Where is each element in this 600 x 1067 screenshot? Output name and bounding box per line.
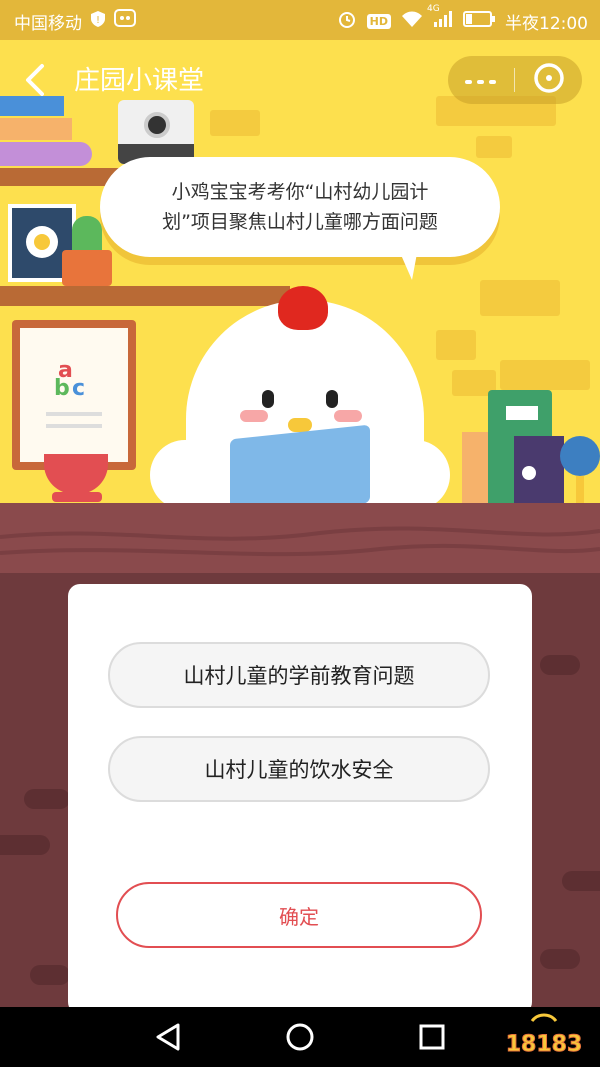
mini-program-capsule (448, 56, 582, 104)
abc-board: a b c (12, 320, 136, 470)
plant-pot (62, 250, 112, 286)
wall-brick (480, 280, 560, 316)
table-top (0, 503, 600, 573)
wood-plank (540, 949, 580, 969)
wood-plank (30, 965, 70, 985)
speech-bubble-tail (398, 248, 418, 280)
app-header: 庄园小课堂 (0, 40, 600, 120)
quiz-card: 山村儿童的学前教育问题 山村儿童的饮水安全 确定 (68, 584, 532, 1014)
confirm-button[interactable]: 确定 (116, 882, 482, 948)
battery-icon (463, 11, 495, 32)
shield-icon: ! (90, 10, 106, 33)
chick-eye (262, 390, 274, 408)
book (462, 432, 490, 510)
network-label: 4G (427, 4, 440, 14)
chick-beak (288, 418, 312, 432)
question-line-2: 划”项目聚焦山村儿童哪方面问题 (162, 211, 438, 233)
back-button[interactable] (22, 62, 52, 98)
cup-icon (44, 454, 108, 494)
book (0, 118, 72, 140)
close-button[interactable] (515, 56, 582, 104)
wall-brick (476, 136, 512, 158)
clock: 半夜12:00 (505, 14, 588, 34)
watermark-text: 18183 (506, 1032, 583, 1057)
answer-option-label: 山村儿童的饮水安全 (204, 758, 394, 782)
chat-icon (114, 9, 136, 34)
question-text: 小鸡宝宝考考你“山村幼儿园计 划”项目聚焦山村儿童哪方面问题 (130, 177, 470, 237)
status-bar: 中国移动 ! HD 4G 半夜12:00 (0, 0, 600, 40)
wood-plank (540, 655, 580, 675)
wood-plank (0, 835, 50, 855)
wall-brick (436, 330, 476, 360)
cup-saucer (52, 492, 102, 502)
book (0, 142, 92, 166)
chick-wing (370, 440, 450, 510)
alarm-icon (337, 9, 357, 34)
answer-option-label: 山村儿童的学前教育问题 (183, 664, 415, 688)
back-triangle-icon[interactable] (148, 1019, 188, 1055)
more-icon (465, 71, 497, 90)
letter-b: b (54, 376, 70, 401)
hd-icon: HD (366, 14, 391, 29)
signal-icon: 4G (427, 4, 453, 33)
carrier-label: 中国移动 (14, 14, 82, 34)
home-circle-icon[interactable] (280, 1019, 320, 1055)
recents-square-icon[interactable] (412, 1019, 452, 1055)
chick-eye (326, 390, 338, 408)
watermark-logo: 18183 (502, 1011, 586, 1061)
question-line-1: 小鸡宝宝考考你“山村幼儿园计 (171, 181, 429, 203)
chevron-left-icon (22, 64, 52, 102)
answer-option-1[interactable]: 山村儿童的学前教育问题 (108, 642, 490, 708)
svg-text:!: ! (96, 15, 100, 26)
globe-icon (560, 436, 600, 476)
wall-brick (500, 360, 590, 390)
confirm-button-label: 确定 (279, 904, 319, 929)
shelf (0, 286, 290, 306)
system-nav-bar: 18183 (0, 1007, 600, 1067)
wifi-icon (401, 10, 423, 33)
wood-plank (24, 789, 70, 809)
chick-comb (278, 286, 328, 330)
letter-c: c (72, 376, 86, 401)
wood-plank (562, 871, 600, 891)
answer-option-2[interactable]: 山村儿童的饮水安全 (108, 736, 490, 802)
page-title: 庄园小课堂 (74, 66, 205, 96)
book (514, 436, 564, 510)
close-circle-icon (533, 62, 565, 98)
chick-cheek (240, 410, 268, 422)
more-button[interactable] (448, 56, 514, 104)
chick-wing (150, 440, 230, 510)
chick-cheek (334, 410, 362, 422)
open-book (230, 424, 370, 510)
